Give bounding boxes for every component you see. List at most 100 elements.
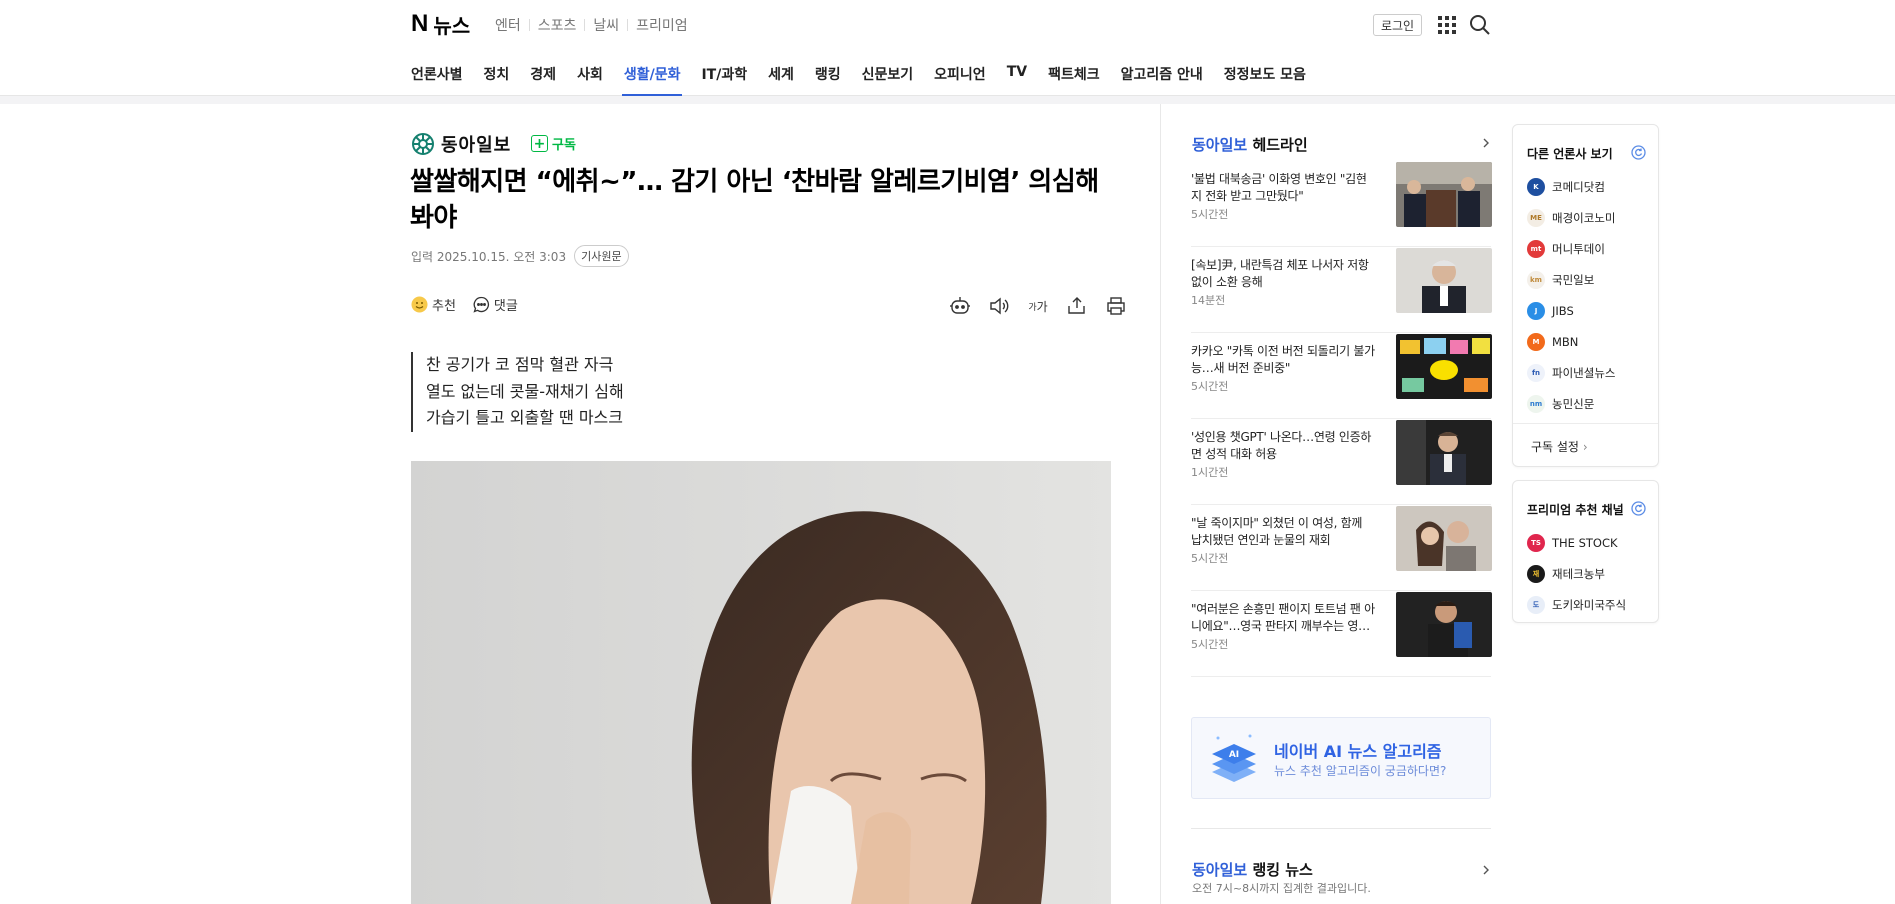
service-links: 엔터 스포츠 날씨 프리미엄 [495, 15, 688, 35]
other-press-item[interactable]: mt 머니투데이 [1527, 233, 1615, 264]
comment-icon [473, 296, 489, 313]
other-press-item[interactable]: J JIBS [1527, 295, 1615, 326]
refresh-icon[interactable] [1631, 501, 1646, 516]
nav-item-tv[interactable]: TV [1005, 64, 1029, 96]
article-meta: 입력 2025.10.15. 오전 3:03 기사원문 [411, 245, 629, 267]
headline-item-text: [속보]尹, 내란특검 체포 나서자 저항 없이 소환 응해 [1191, 258, 1369, 289]
nav-item-press[interactable]: 언론사별 [409, 64, 465, 96]
chevron-right-icon[interactable] [1481, 865, 1491, 875]
headline-thumbnail [1396, 334, 1492, 399]
press-logo-icon: nm [1527, 394, 1545, 413]
original-article-button[interactable]: 기사원문 [574, 245, 629, 267]
headline-thumbnail [1396, 592, 1492, 657]
premium-item[interactable]: 도 도키와미국주식 [1527, 589, 1626, 620]
subscribe-label: 구독 [552, 138, 576, 153]
press-logo-icon: J [1527, 301, 1545, 320]
speaker-icon[interactable] [986, 294, 1012, 318]
headline-thumbnail [1396, 420, 1492, 485]
summary-line: 가습기 틀고 외출할 땐 마스크 [426, 408, 623, 427]
nav-item-world[interactable]: 세계 [766, 64, 796, 96]
subscribe-setting-label: 구독 설정 [1531, 440, 1579, 454]
article-photo [411, 461, 1111, 904]
press-name: 동아일보 [441, 135, 512, 156]
top-bar: N 뉴스 엔터 스포츠 날씨 프리미엄 로그인 [0, 0, 1895, 48]
chevron-right-icon: › [1582, 440, 1588, 454]
headline-section-title[interactable]: 동아일보 헤드라인 [1192, 134, 1308, 155]
headline-press: 동아일보 [1192, 136, 1248, 154]
article-tools: 가가 [934, 294, 1129, 318]
headline-item[interactable]: "여러분은 손흥민 팬이지 토트넘 팬 아니에요"…영국 판타지 깨부수는 영…… [1191, 591, 1492, 677]
ai-banner-title: 네이버 AI 뉴스 알고리즘 [1274, 742, 1442, 761]
service-link-entertain[interactable]: 엔터 [495, 15, 521, 35]
press-item-label: 농민신문 [1552, 396, 1595, 411]
nav-item-opinion[interactable]: 오피니언 [932, 64, 988, 96]
article-date: 입력 2025.10.15. 오전 3:03 [411, 249, 567, 264]
headline-item[interactable]: '성인용 챗GPT' 나온다…연령 인증하면 성적 대화 허용 1시간전 [1191, 419, 1492, 505]
robot-icon[interactable] [947, 294, 973, 318]
headline-item-time: 5시간전 [1191, 552, 1229, 565]
nav-item-society[interactable]: 사회 [575, 64, 605, 96]
headline-item[interactable]: '불법 대북송금' 이화영 변호인 "김현지 전화 받고 그만뒀다" 5시간전 [1191, 161, 1492, 247]
nav-item-factcheck[interactable]: 팩트체크 [1046, 64, 1102, 96]
nav-item-economy[interactable]: 경제 [528, 64, 558, 96]
other-press-item[interactable]: M MBN [1527, 326, 1615, 357]
ai-badge: AI [1229, 750, 1239, 760]
press-logo-icon: fn [1527, 363, 1545, 382]
premium-item-label: THE STOCK [1552, 535, 1618, 550]
nav-item-corrections[interactable]: 정정보도 모음 [1222, 64, 1308, 96]
headline-item[interactable]: [속보]尹, 내란특검 체포 나서자 저항 없이 소환 응해 14분전 [1191, 247, 1492, 333]
press-item-label: JIBS [1552, 303, 1574, 318]
print-icon[interactable] [1103, 294, 1129, 318]
font-size-label: 가 [1036, 299, 1048, 314]
premium-item[interactable]: TS THE STOCK [1527, 527, 1626, 558]
ai-banner-subtitle: 뉴스 추천 알고리즘이 궁금하다면? [1274, 764, 1447, 778]
chevron-right-icon[interactable] [1481, 138, 1491, 148]
other-press-item[interactable]: fn 파이낸셜뉴스 [1527, 357, 1615, 388]
search-icon[interactable] [1469, 14, 1491, 36]
press-item-label: 파이낸셜뉴스 [1552, 365, 1616, 380]
refresh-icon[interactable] [1631, 145, 1646, 160]
headline-item-time: 5시간전 [1191, 638, 1229, 651]
comment-button[interactable]: 댓글 [473, 295, 518, 314]
nav-item-newspaper[interactable]: 신문보기 [860, 64, 916, 96]
other-press-box: 다른 언론사 보기 K 코메디닷컴 ME 매경이코노미 mt 머니투데이 km 국민일보… [1512, 124, 1659, 467]
headline-item[interactable]: "날 죽이지마" 외쳤던 이 여성, 함께 납치됐던 연인과 눈물의 재회 5시… [1191, 505, 1492, 591]
headline-item[interactable]: 카카오 "카톡 이전 버전 되돌리기 불가능…새 버전 준비중" 5시간전 [1191, 333, 1492, 419]
nav-item-ranking[interactable]: 랭킹 [813, 64, 843, 96]
subscribe-setting-link[interactable]: 구독 설정 › [1531, 438, 1588, 455]
other-press-item[interactable]: km 국민일보 [1527, 264, 1615, 295]
recommend-label: 추천 [432, 299, 456, 314]
headline-item-text: "날 죽이지마" 외쳤던 이 여성, 함께 납치됐던 연인과 눈물의 재회 [1191, 516, 1363, 547]
section-nav: 언론사별 정치 경제 사회 생활/문화 IT/과학 세계 랭킹 신문보기 오피니… [0, 48, 1895, 96]
article-actions: 추천 댓글 [411, 295, 535, 314]
font-size-button[interactable]: 가가 [1025, 294, 1051, 318]
other-press-item[interactable]: ME 매경이코노미 [1527, 202, 1615, 233]
other-press-item[interactable]: K 코메디닷컴 [1527, 171, 1615, 202]
nav-item-it-science[interactable]: IT/과학 [699, 64, 749, 96]
nav-item-politics[interactable]: 정치 [482, 64, 512, 96]
summary-line: 열도 없는데 콧물-재채기 심해 [426, 381, 624, 401]
share-icon[interactable] [1064, 294, 1090, 318]
press-logo-icon: km [1527, 270, 1545, 289]
recommend-button[interactable]: 추천 [411, 295, 456, 314]
service-link-premium[interactable]: 프리미엄 [636, 15, 688, 35]
donga-emblem-icon [412, 133, 434, 155]
ai-algorithm-banner[interactable]: AI 네이버 AI 뉴스 알고리즘 뉴스 추천 알고리즘이 궁금하다면? [1191, 717, 1491, 799]
nav-item-life-culture[interactable]: 생활/문화 [621, 64, 683, 96]
other-press-title: 다른 언론사 보기 [1527, 147, 1613, 161]
naver-news-logo[interactable]: N 뉴스 [411, 10, 470, 38]
service-link-sports[interactable]: 스포츠 [538, 15, 577, 35]
service-link-weather[interactable]: 날씨 [593, 15, 619, 35]
other-press-item[interactable]: nm 농민신문 [1527, 388, 1615, 419]
login-button[interactable]: 로그인 [1373, 14, 1422, 36]
press-logo[interactable]: 동아일보 [411, 131, 511, 157]
premium-item[interactable]: 재 재테크농부 [1527, 558, 1626, 589]
subscribe-button[interactable]: + 구독 [531, 134, 576, 153]
channel-logo-icon: 도 [1527, 595, 1545, 614]
nav-item-algorithm[interactable]: 알고리즘 안내 [1119, 64, 1205, 96]
ranking-section-title[interactable]: 동아일보 랭킹 뉴스 [1192, 859, 1313, 880]
apps-grid-icon[interactable] [1438, 16, 1456, 34]
premium-title: 프리미엄 추천 채널 [1527, 503, 1624, 517]
article-headline: 쌀쌀해지면 “에취~”… 감기 아닌 ‘찬바람 알레르기비염’ 의심해 봐야 [410, 167, 1099, 233]
naver-n-logo: N [411, 10, 428, 37]
